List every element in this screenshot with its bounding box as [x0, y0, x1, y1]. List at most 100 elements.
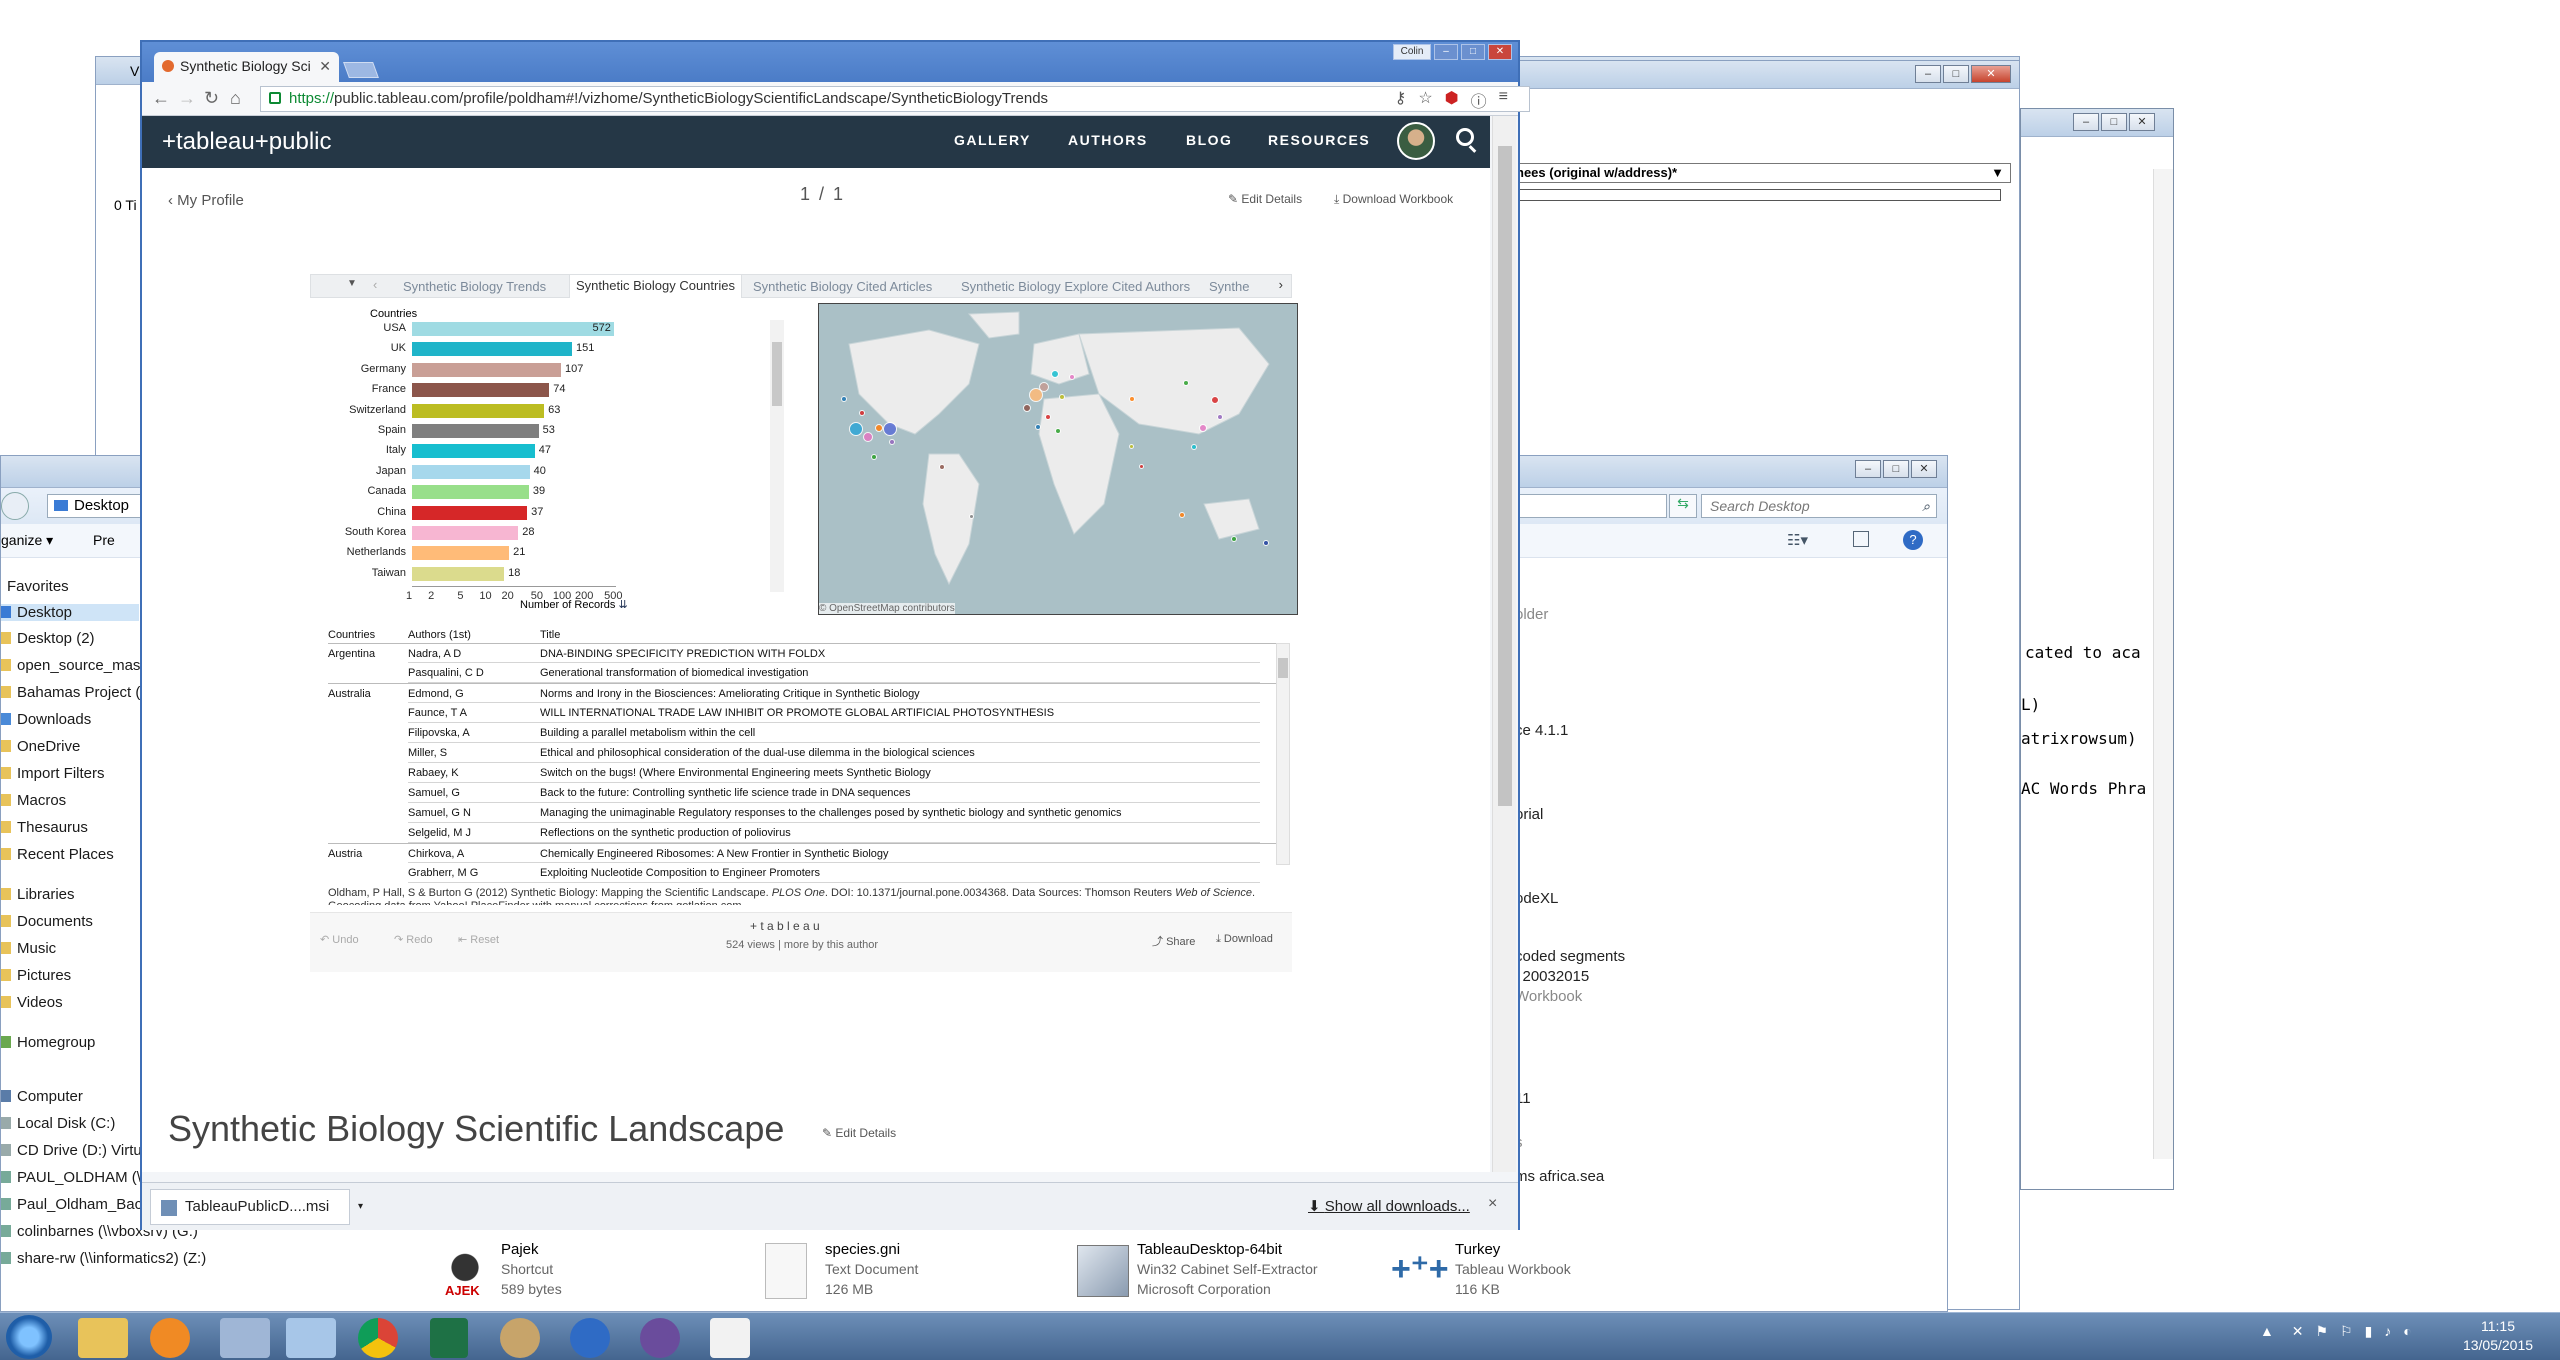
- map-point[interactable]: [1263, 540, 1269, 546]
- page-vscrollbar[interactable]: [1492, 116, 1516, 1172]
- table-scrollbar[interactable]: [1276, 643, 1290, 865]
- libraries-header[interactable]: Libraries: [1, 886, 75, 903]
- url-bar[interactable]: https://public.tableau.com/profile/poldh…: [260, 86, 1530, 112]
- virtualbox-taskbar-icon[interactable]: [286, 1318, 336, 1358]
- minimize-button[interactable]: –: [1915, 65, 1941, 83]
- download-button[interactable]: ⤓ Download: [1216, 933, 1273, 946]
- user-profile-chip[interactable]: Colin: [1393, 44, 1431, 60]
- homegroup-header[interactable]: Homegroup: [1, 1034, 95, 1051]
- key-icon[interactable]: ⚷: [1395, 88, 1407, 112]
- map-point[interactable]: [1129, 444, 1134, 449]
- more-by-author-link[interactable]: more by this author: [784, 939, 878, 951]
- bar[interactable]: [412, 566, 505, 581]
- bar[interactable]: [412, 526, 519, 540]
- map-attribution[interactable]: © OpenStreetMap contributors: [819, 603, 955, 614]
- table-row[interactable]: Miller, S Ethical and philosophical consi…: [328, 743, 1284, 763]
- favorites-header[interactable]: Favorites: [7, 578, 69, 595]
- nav-authors[interactable]: AUTHORS: [1068, 132, 1148, 148]
- tableau-footer-logo[interactable]: + t a b l e a u: [750, 919, 820, 933]
- computer-header[interactable]: Computer: [1, 1088, 83, 1105]
- scroll-thumb[interactable]: [1498, 146, 1512, 806]
- nav-item-music[interactable]: Music: [1, 940, 56, 957]
- show-all-downloads-link[interactable]: ⬇ Show all downloads...: [1308, 1197, 1470, 1215]
- preview-button[interactable]: Pre: [93, 532, 115, 548]
- table-row[interactable]: Argentina Nadra, A D DNA-BINDING SPECIFICI…: [328, 643, 1284, 663]
- clock[interactable]: 11:15 13/05/2015: [2448, 1317, 2548, 1355]
- tray-icons[interactable]: ✕⚑⚐▮♪◐: [2292, 1323, 2424, 1339]
- map-point[interactable]: [1191, 444, 1197, 450]
- nav-blog[interactable]: BLOG: [1186, 132, 1232, 148]
- nav-item-recent-places[interactable]: Recent Places: [1, 846, 114, 863]
- nav-item-desktop[interactable]: Desktop: [1, 604, 139, 621]
- reset-button[interactable]: ⇤ Reset: [458, 933, 499, 946]
- bar[interactable]: [412, 342, 572, 357]
- bar[interactable]: [412, 383, 550, 398]
- table-row[interactable]: Grabherr, M G Exploiting Nucleotide Compo…: [328, 863, 1284, 883]
- close-tab-icon[interactable]: ✕: [319, 52, 331, 80]
- map-point[interactable]: [883, 422, 897, 436]
- map-point[interactable]: [1023, 404, 1031, 412]
- redo-button[interactable]: ↷ Redo: [394, 933, 433, 946]
- home-icon[interactable]: ⌂: [230, 88, 241, 109]
- star-bookmark-icon[interactable]: ☆: [1418, 88, 1432, 112]
- map-point[interactable]: [1179, 512, 1185, 518]
- map-point[interactable]: [939, 464, 945, 470]
- nav-item-drive-c[interactable]: Local Disk (C:): [1, 1115, 115, 1132]
- nav-gallery[interactable]: GALLERY: [954, 132, 1031, 148]
- view-options-icon[interactable]: ☷▾: [1787, 531, 1808, 549]
- reload-icon[interactable]: ↻: [204, 88, 219, 109]
- tab-list-dropdown[interactable]: ▼: [347, 278, 357, 289]
- bar[interactable]: [412, 403, 545, 418]
- table-row[interactable]: Austria Chirkova, A Chemically Engineered …: [328, 843, 1284, 863]
- map-point[interactable]: [1183, 380, 1189, 386]
- bar[interactable]: [412, 505, 528, 520]
- menu-icon[interactable]: ≡: [1499, 88, 1508, 112]
- pajek-taskbar-icon[interactable]: [710, 1318, 750, 1358]
- close-button[interactable]: ✕: [1911, 460, 1937, 478]
- map-point[interactable]: [863, 432, 873, 442]
- table-row[interactable]: Filipovska, A Building a parallel metabol…: [328, 723, 1284, 743]
- map-point[interactable]: [871, 454, 877, 460]
- nav-item-desktop-2[interactable]: Desktop (2): [1, 630, 95, 647]
- search-icon[interactable]: [1456, 128, 1474, 146]
- map-point[interactable]: [1059, 394, 1065, 400]
- world-map[interactable]: © OpenStreetMap contributors: [818, 303, 1298, 615]
- map-point[interactable]: [1051, 370, 1059, 378]
- nav-item-downloads[interactable]: Downloads: [1, 711, 91, 728]
- user-avatar[interactable]: [1397, 122, 1435, 160]
- map-point[interactable]: [875, 424, 883, 432]
- tab-scroll-left[interactable]: ‹: [373, 277, 377, 292]
- map-point[interactable]: [969, 514, 974, 519]
- back-button[interactable]: [1, 492, 29, 520]
- map-point[interactable]: [1139, 464, 1144, 469]
- close-button[interactable]: ✕: [2129, 113, 2155, 131]
- maximize-button[interactable]: □: [1943, 65, 1969, 83]
- nav-item-onedrive[interactable]: OneDrive: [1, 738, 80, 755]
- tray-arrow-icon[interactable]: ▲: [2260, 1323, 2274, 1339]
- map-point[interactable]: [1129, 396, 1135, 402]
- bar[interactable]: [412, 464, 530, 479]
- tab-synthetic-biology-countries[interactable]: Synthetic Biology Countries: [569, 274, 742, 298]
- nav-item-videos[interactable]: Videos: [1, 994, 63, 1011]
- file-item-1[interactable]: older: [1515, 606, 1548, 623]
- maximize-button[interactable]: □: [2101, 113, 2127, 131]
- table-row[interactable]: Pasqualini, C D Generational transformati…: [328, 663, 1284, 683]
- file-tile-species-gni[interactable]: species.gni Text Document 126 MB: [761, 1241, 1061, 1307]
- excel-taskbar-icon[interactable]: [430, 1318, 468, 1358]
- file-explorer-taskbar-icon[interactable]: [78, 1318, 128, 1358]
- maximize-button[interactable]: □: [1883, 460, 1909, 478]
- minimize-button[interactable]: –: [2073, 113, 2099, 131]
- map-point[interactable]: [1055, 428, 1061, 434]
- file-item-10[interactable]: ms africa.sea: [1515, 1168, 1604, 1185]
- tab-synthetic-biology-trends[interactable]: Synthetic Biology Trends: [403, 279, 546, 294]
- nav-item-pictures[interactable]: Pictures: [1, 967, 71, 984]
- file-item-5[interactable]: coded segments: [1515, 948, 1625, 965]
- bar[interactable]: [412, 546, 510, 561]
- start-button[interactable]: [6, 1315, 52, 1359]
- chevron-down-icon[interactable]: ▾: [358, 1190, 363, 1224]
- file-item-6[interactable]: l 20032015: [1515, 968, 1589, 985]
- file-tile-pajek[interactable]: AJEK Pajek Shortcut 589 bytes: [437, 1241, 737, 1307]
- help-icon[interactable]: ?: [1903, 530, 1923, 550]
- refresh-button[interactable]: ⇆: [1669, 494, 1697, 518]
- download-workbook-link[interactable]: ⤓ Download Workbook: [1334, 192, 1453, 207]
